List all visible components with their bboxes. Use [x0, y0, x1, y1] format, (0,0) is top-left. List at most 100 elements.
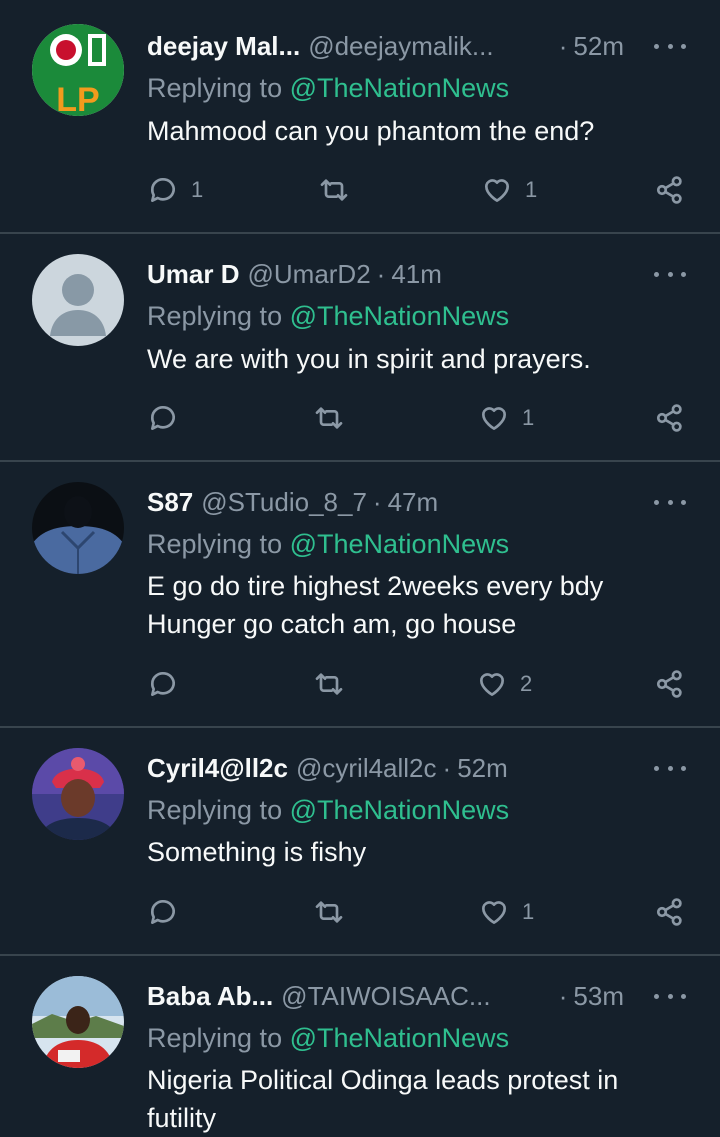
- reply-button[interactable]: 1: [147, 170, 203, 210]
- share-icon: [656, 404, 682, 432]
- reply-icon: [150, 178, 175, 202]
- reply-button[interactable]: [147, 664, 191, 704]
- display-name[interactable]: Cyril4@ll2c: [147, 750, 288, 786]
- replying-to-label: Replying to: [147, 529, 283, 559]
- separator-dot: ·: [558, 981, 568, 1011]
- more-options-icon[interactable]: [654, 758, 686, 778]
- retweet-button[interactable]: [318, 170, 362, 210]
- more-options-icon[interactable]: [654, 986, 686, 1006]
- share-button[interactable]: [654, 170, 686, 210]
- more-options-icon[interactable]: [654, 492, 686, 512]
- retweet-icon: [320, 179, 348, 201]
- retweet-button[interactable]: [313, 664, 357, 704]
- heart-icon: [485, 179, 509, 202]
- retweet-button[interactable]: [313, 892, 357, 932]
- tweet-text: E go do tire highest 2weeks every bdy Hu…: [147, 567, 680, 643]
- tweet-item[interactable]: LP deejay Mal... @deejaymalik... · 52m R…: [0, 0, 720, 234]
- like-button[interactable]: 1: [478, 398, 534, 438]
- tweet-item[interactable]: Cyril4@ll2c @cyril4all2c · 52m Replying …: [0, 728, 720, 956]
- heart-icon: [480, 673, 504, 696]
- tweet-text: We are with you in spirit and prayers.: [147, 340, 680, 378]
- lp-logo-icon: LP: [32, 24, 124, 116]
- reply-icon: [150, 406, 175, 430]
- person-photo-icon: [32, 748, 124, 840]
- share-button[interactable]: [654, 892, 686, 932]
- share-icon: [656, 898, 682, 926]
- separator-dot: ·: [558, 31, 568, 61]
- tweet-item[interactable]: Baba Ab... @TAIWOISAAC... · 53m Replying…: [0, 956, 720, 1137]
- svg-text:LP: LP: [56, 81, 99, 116]
- share-icon: [656, 670, 682, 698]
- replying-to-label: Replying to: [147, 1023, 283, 1053]
- default-profile-icon: [32, 254, 124, 346]
- user-handle[interactable]: @TAIWOISAAC...: [281, 978, 490, 1014]
- reply-icon: [150, 900, 175, 924]
- tweet-text: Nigeria Political Odinga leads protest i…: [147, 1061, 680, 1137]
- reply-count: 1: [191, 177, 204, 202]
- mention-link[interactable]: @TheNationNews: [290, 529, 510, 559]
- tweet-text-line: Nigeria Political Odinga leads protest i…: [147, 1065, 619, 1095]
- reply-button[interactable]: [147, 892, 191, 932]
- tweet-item[interactable]: S87 @STudio_8_7 · 47m Replying to @TheNa…: [0, 462, 720, 728]
- retweet-icon: [315, 901, 343, 923]
- retweet-icon: [315, 407, 343, 429]
- like-count: 1: [522, 899, 535, 924]
- replying-to: Replying to @TheNationNews: [147, 1020, 509, 1056]
- like-count: 1: [525, 177, 538, 202]
- tweet-text: Something is fishy: [147, 833, 680, 871]
- like-button[interactable]: 1: [478, 892, 534, 932]
- avatar[interactable]: [32, 482, 124, 574]
- replying-to-label: Replying to: [147, 73, 283, 103]
- avatar[interactable]: [32, 254, 124, 346]
- timestamp[interactable]: 52m: [573, 28, 624, 64]
- separator-dot: ·: [376, 259, 386, 289]
- avatar[interactable]: LP: [32, 24, 124, 116]
- share-button[interactable]: [654, 664, 686, 704]
- retweet-icon: [315, 673, 343, 695]
- mention-link[interactable]: @TheNationNews: [290, 73, 510, 103]
- display-name[interactable]: deejay Mal...: [147, 28, 300, 64]
- tweet-text-line: Something is fishy: [147, 837, 367, 867]
- separator-dot: ·: [442, 753, 452, 783]
- replying-to: Replying to @TheNationNews: [147, 526, 509, 562]
- tweet-text-line: Mahmood can you phantom the end?: [147, 116, 595, 146]
- user-handle[interactable]: @UmarD2: [247, 256, 370, 292]
- replying-to-label: Replying to: [147, 301, 283, 331]
- share-button[interactable]: [654, 398, 686, 438]
- avatar[interactable]: [32, 976, 124, 1068]
- display-name[interactable]: Umar D: [147, 256, 239, 292]
- avatar[interactable]: [32, 748, 124, 840]
- retweet-button[interactable]: [313, 398, 357, 438]
- timestamp[interactable]: 52m: [457, 750, 508, 786]
- like-button[interactable]: 1: [481, 170, 537, 210]
- display-name[interactable]: S87: [147, 484, 193, 520]
- timestamp[interactable]: 41m: [391, 256, 442, 292]
- timestamp[interactable]: 47m: [388, 484, 439, 520]
- user-handle[interactable]: @STudio_8_7: [201, 484, 367, 520]
- replying-to: Replying to @TheNationNews: [147, 298, 509, 334]
- more-options-icon[interactable]: [654, 264, 686, 284]
- heart-icon: [482, 407, 506, 430]
- replying-to: Replying to @TheNationNews: [147, 792, 509, 828]
- like-count: 1: [522, 405, 535, 430]
- tweet-actions: 2: [0, 664, 720, 704]
- mention-link[interactable]: @TheNationNews: [290, 301, 510, 331]
- more-options-icon[interactable]: [654, 36, 686, 56]
- tweet-text-line: futility: [147, 1103, 217, 1133]
- reply-button[interactable]: [147, 398, 191, 438]
- tweet-item[interactable]: Umar D @UmarD2 · 41m Replying to @TheNat…: [0, 234, 720, 462]
- user-handle[interactable]: @deejaymalik...: [308, 28, 493, 64]
- replying-to-label: Replying to: [147, 795, 283, 825]
- heart-icon: [482, 901, 506, 924]
- tweet-actions: 1: [0, 398, 720, 438]
- tweet-text-line: We are with you in spirit and prayers.: [147, 344, 591, 374]
- like-button[interactable]: 2: [476, 664, 532, 704]
- tweet-actions: 1: [0, 892, 720, 932]
- timestamp[interactable]: 53m: [573, 978, 624, 1014]
- mention-link[interactable]: @TheNationNews: [290, 1023, 510, 1053]
- display-name[interactable]: Baba Ab...: [147, 978, 273, 1014]
- user-handle[interactable]: @cyril4all2c: [296, 750, 437, 786]
- like-count: 2: [520, 671, 533, 696]
- mention-link[interactable]: @TheNationNews: [290, 795, 510, 825]
- share-icon: [656, 176, 682, 204]
